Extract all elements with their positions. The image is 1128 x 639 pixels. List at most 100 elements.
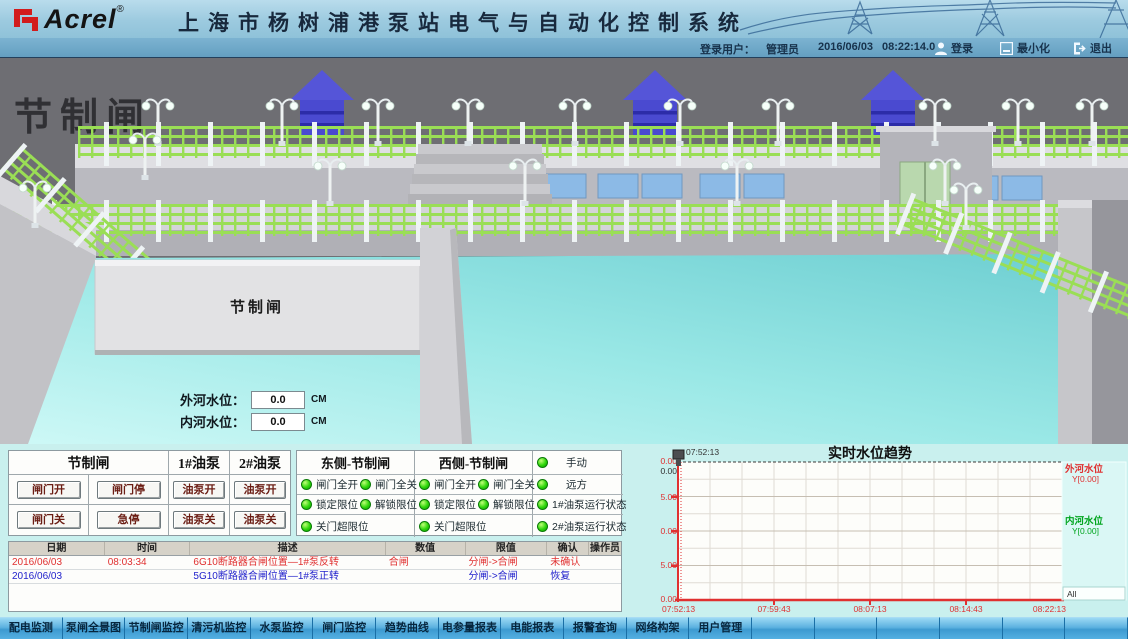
emergency-stop-button[interactable]: 急停 (97, 511, 161, 529)
nav-tab-network-structure[interactable]: 网络构架 (627, 617, 690, 639)
outer-river-level-value[interactable] (251, 391, 305, 409)
col-time: 时间 (105, 542, 191, 555)
col-operator: 操作员 (589, 542, 621, 555)
nav-tab-empty[interactable] (1003, 617, 1066, 639)
inner-river-level-unit: CM (311, 416, 327, 427)
status-manual: 手动 (533, 451, 623, 475)
main-window: Acrel ® 上海市杨树浦港泵站电气与自动化控制系统 登录用户： 管理员 20… (0, 0, 1128, 639)
west-lock-limit-led (419, 499, 430, 510)
east-gate-full-open: 闸门全开 (297, 475, 356, 495)
login-button-label: 登录 (951, 40, 973, 56)
gate-close-button[interactable]: 闸门关 (17, 511, 81, 529)
gate-stop-button[interactable]: 闸门停 (97, 481, 161, 499)
nav-tab-gate-monitor[interactable]: 闸门监控 (313, 617, 376, 639)
minimize-button[interactable]: 最小化 (1000, 40, 1050, 56)
transmission-towers-art (728, 0, 1128, 38)
svg-text:125.00: 125.00 (660, 560, 677, 570)
stairs (408, 144, 552, 206)
svg-text:Y[0.00]: Y[0.00] (1072, 474, 1099, 484)
alarm-row[interactable]: 2016/06/03 08:03:34 6G10断路器合闸位置—1#泵反转 合闸… (9, 556, 621, 570)
east-unlock-limit-led (360, 499, 371, 510)
west-gate-full-open: 闸门全开 (415, 475, 474, 495)
svg-text:08:07:13: 08:07:13 (853, 604, 886, 614)
west-full-close-led (478, 479, 489, 490)
svg-text:All: All (1067, 589, 1077, 599)
inner-river-level-label: 内河水位： (180, 412, 245, 431)
west-unlock-limit: 解锁限位 (474, 495, 533, 515)
west-unlock-limit-label: 解锁限位 (493, 497, 535, 512)
water-level-trend-chart: 实时水位趋势 07:52:13 (660, 444, 1128, 616)
col-limit: 限值 (466, 542, 548, 555)
inner-river-level-value[interactable] (251, 413, 305, 431)
west-gate-full-close: 闸门全关 (474, 475, 533, 495)
exit-button[interactable]: 退出 (1073, 40, 1112, 56)
svg-text:07:59:43: 07:59:43 (757, 604, 790, 614)
svg-text:375.00: 375.00 (660, 492, 677, 502)
scene-graphic: 节制闸 (0, 58, 1128, 444)
east-gate-full-close: 闸门全关 (356, 475, 415, 495)
nav-tab-pump-monitor[interactable]: 水泵监控 (251, 617, 314, 639)
west-gate-header: 西侧-节制闸 (415, 451, 533, 475)
user-icon (935, 42, 947, 55)
nav-tab-empty[interactable] (940, 617, 1003, 639)
east-full-close-led (360, 479, 371, 490)
remote-led (537, 479, 548, 490)
svg-text:250.00: 250.00 (660, 526, 677, 536)
nav-tab-alarm-query[interactable]: 报警查询 (564, 617, 627, 639)
status-bar: 登录用户： 管理员 2016/06/03 08:22:14.0 登录 最小化 退… (0, 38, 1128, 58)
outer-river-level-row: 外河水位： CM (180, 390, 327, 409)
west-full-close-label: 闸门全关 (493, 477, 535, 492)
west-unlock-limit-led (478, 499, 489, 510)
acrel-logo: Acrel ® (10, 3, 124, 35)
nav-tab-empty[interactable] (752, 617, 815, 639)
outer-river-level-unit: CM (311, 394, 327, 405)
svg-text:07:52:13: 07:52:13 (662, 604, 695, 614)
pump2-section-header: 2#油泵 (230, 451, 290, 475)
east-unlock-limit-label: 解锁限位 (375, 497, 417, 512)
inner-river-level-row: 内河水位： CM (180, 412, 327, 431)
nav-tab-empty[interactable] (877, 617, 940, 639)
col-value: 数值 (386, 542, 466, 555)
login-button[interactable]: 登录 (935, 40, 973, 56)
pump2-running-status: 2#油泵运行状态 (533, 515, 623, 537)
nav-tab-user-management[interactable]: 用户管理 (689, 617, 752, 639)
pump2-off-button[interactable]: 油泵关 (234, 511, 286, 529)
nav-tab-sluice-monitor[interactable]: 节制闸监控 (125, 617, 188, 639)
nav-tab-parameter-report[interactable]: 电参量报表 (439, 617, 502, 639)
gate-open-button[interactable]: 闸门开 (17, 481, 81, 499)
alarm-row[interactable]: 2016/06/03 5G10断路器合闸位置—1#泵正转 分闸->合闸 恢复 (9, 570, 621, 584)
west-overclose-led (419, 521, 430, 532)
trend-chart-graphic: 实时水位趋势 07:52:13 (660, 444, 1128, 616)
sluice-gate: 节制闸 (95, 260, 420, 355)
system-time: 08:22:14.0 (882, 41, 935, 53)
west-lock-limit: 锁定限位 (415, 495, 474, 515)
system-date: 2016/06/03 (818, 41, 873, 53)
brand-registered-mark: ® (117, 4, 124, 15)
nav-tab-empty[interactable] (1065, 617, 1128, 639)
svg-text:0.00: 0.00 (660, 594, 677, 604)
nav-tab-empty[interactable] (815, 617, 878, 639)
page-title: 上海市杨树浦港泵站电气与自动化控制系统 (178, 7, 748, 37)
x-tick-labels: 07:52:13 07:59:43 08:07:13 08:14:43 08:2… (662, 604, 1066, 614)
nav-tab-trend-curves[interactable]: 趋势曲线 (376, 617, 439, 639)
pump1-section-header: 1#油泵 (169, 451, 230, 475)
pump1-running-label: 1#油泵运行状态 (552, 497, 627, 512)
exit-button-label: 退出 (1090, 40, 1112, 56)
west-overclose-limit: 关门超限位 (415, 515, 533, 537)
range-selector[interactable]: All (1063, 587, 1125, 600)
nav-tab-station-overview[interactable]: 泵闸全景图 (63, 617, 126, 639)
sluice-gate-3d-scene: 节制闸 (0, 58, 1128, 444)
pump1-off-button[interactable]: 油泵关 (173, 511, 225, 529)
svg-text:08:14:43: 08:14:43 (949, 604, 982, 614)
gate-label: 节制闸 (230, 298, 284, 316)
brand-text: Acrel (44, 3, 117, 35)
gate-control-panel: 节制闸 1#油泵 2#油泵 闸门开 闸门停 油泵开 油泵开 闸门关 急停 油泵关… (8, 450, 291, 536)
nav-tab-power-monitor[interactable]: 配电监测 (0, 617, 63, 639)
y-secondary-label: 500.00 (660, 466, 677, 476)
y-tick-labels: 500.00 375.00 250.00 125.00 0.00 (660, 456, 677, 604)
pump2-on-button[interactable]: 油泵开 (234, 481, 286, 499)
east-gate-header: 东侧-节制闸 (297, 451, 415, 475)
pump1-on-button[interactable]: 油泵开 (173, 481, 225, 499)
nav-tab-energy-report[interactable]: 电能报表 (501, 617, 564, 639)
nav-tab-trash-rack-monitor[interactable]: 清污机监控 (188, 617, 251, 639)
